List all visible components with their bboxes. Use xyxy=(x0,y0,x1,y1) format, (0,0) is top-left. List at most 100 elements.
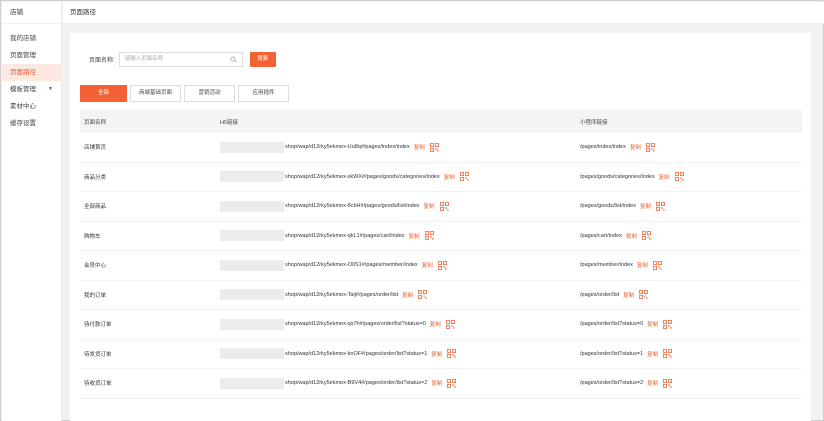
search-icon[interactable] xyxy=(230,55,237,63)
page-name-cell: 购物车 xyxy=(84,233,101,240)
redacted-domain xyxy=(220,377,284,389)
copy-miniprogram-link-button[interactable]: 复制 xyxy=(640,202,651,210)
caret-down-icon: ▼ xyxy=(48,86,53,92)
search-button[interactable]: 搜索 xyxy=(249,51,276,67)
sidebar-item-material-center[interactable]: 素材中心 xyxy=(2,98,61,115)
h5-link-cell: shop/wap/d12rky5ekmex-qkL1#/pages/cart/i… xyxy=(220,230,580,242)
column-header-name: 页面名称 xyxy=(84,119,107,126)
copy-h5-link-button[interactable]: 复制 xyxy=(431,379,442,387)
qr-code-icon[interactable] xyxy=(429,142,439,152)
page-title: 页面路径 xyxy=(70,9,96,16)
h5-link-cell: shop/wap/d12rky5ekmex-8cbH#/pages/goods/… xyxy=(220,200,580,212)
redacted-domain xyxy=(220,141,284,153)
page-name-cell: 待付款订单 xyxy=(84,322,112,329)
sidebar-item-my-shop[interactable]: 我的店铺 xyxy=(2,30,61,47)
qr-code-icon[interactable] xyxy=(447,378,457,388)
table-body: 店铺首页 shop/wap/d12rky5ekmex-Uu8q#/pages/in… xyxy=(80,133,802,399)
sidebar-item-template-management[interactable]: 模板管理 ▼ xyxy=(2,81,61,98)
miniprogram-link-text: /pages/cart/index xyxy=(580,232,622,239)
qr-code-icon[interactable] xyxy=(447,349,457,359)
copy-miniprogram-link-button[interactable]: 复制 xyxy=(637,261,648,269)
copy-h5-link-button[interactable]: 复制 xyxy=(431,350,442,358)
table-row: 店铺首页 shop/wap/d12rky5ekmex-Uu8q#/pages/in… xyxy=(80,133,802,163)
qr-code-icon[interactable] xyxy=(639,290,649,300)
page-name-cell: 商品分类 xyxy=(84,174,107,181)
qr-code-icon[interactable] xyxy=(645,142,655,152)
h5-link-text: shop/wap/d12rky5ekmex-qkL1#/pages/cart/i… xyxy=(285,232,405,239)
qr-code-icon[interactable] xyxy=(437,260,447,270)
qr-code-icon[interactable] xyxy=(641,231,651,241)
search-input[interactable] xyxy=(119,52,225,66)
miniprogram-link-text: /pages/goods/categories/index xyxy=(580,173,655,180)
h5-link-text: shop/wap/d12rky5ekmex-knOF#/pages/order/… xyxy=(285,350,428,357)
miniprogram-link-text: /pages/goods/list/index xyxy=(580,203,636,210)
tab-marketing[interactable]: 营销活动 xyxy=(184,85,235,102)
miniprogram-link-text: /pages/order/list?status=0 xyxy=(580,321,644,328)
copy-h5-link-button[interactable]: 复制 xyxy=(402,291,413,299)
copy-h5-link-button[interactable]: 复制 xyxy=(422,261,433,269)
redacted-domain xyxy=(220,348,284,360)
h5-link-text: shop/wap/d12rky5ekmex-Uu8q#/pages/index/… xyxy=(285,144,410,151)
qr-code-icon[interactable] xyxy=(663,349,673,359)
tab-bar: 全部 商城基础页面 营销活动 应用插件 xyxy=(80,85,292,102)
table-row: 全部商品 shop/wap/d12rky5ekmex-8cbH#/pages/go… xyxy=(80,192,802,222)
table-row: 我的订单 shop/wap/d12rky5ekmex-Taij#/pages/or… xyxy=(80,281,802,310)
miniprogram-link-cell: /pages/goods/list/index 复制 xyxy=(580,201,802,211)
qr-code-icon[interactable] xyxy=(652,260,662,270)
h5-link-text: shop/wap/d12rky5ekmex-O0S1#/pages/member… xyxy=(285,262,418,269)
h5-link-cell: shop/wap/d12rky5ekmex-qs7h#/pages/order/… xyxy=(220,318,580,330)
miniprogram-link-cell: /pages/member/index 复制 xyxy=(580,260,802,270)
qr-code-icon[interactable] xyxy=(418,290,428,300)
search-row: 页面名称: 搜索 xyxy=(89,51,276,67)
redacted-domain xyxy=(220,230,284,242)
sidebar: 店铺 我的店铺 页面管理 页面路径 模板管理 ▼ 素材中心 缓存设置 xyxy=(2,2,62,421)
copy-h5-link-button[interactable]: 复制 xyxy=(414,143,425,151)
sidebar-item-page-path[interactable]: 页面路径 xyxy=(2,64,61,81)
tab-all[interactable]: 全部 xyxy=(80,85,127,102)
qr-code-icon[interactable] xyxy=(445,319,455,329)
content-card: 页面名称: 搜索 全部 商城基础页面 营销活动 应用插件 页面名称 H5链接 小… xyxy=(70,33,811,421)
copy-miniprogram-link-button[interactable]: 复制 xyxy=(647,320,658,328)
qr-code-icon[interactable] xyxy=(674,172,684,182)
h5-link-text: shop/wap/d12rky5ekmex-Taij#/pages/order/… xyxy=(285,291,399,298)
h5-link-text: shop/wap/d12rky5ekmex-8cbH#/pages/goods/… xyxy=(285,203,420,210)
redacted-domain xyxy=(220,318,284,330)
miniprogram-link-cell: /pages/goods/categories/index 复制 xyxy=(580,172,802,182)
miniprogram-link-cell: /pages/cart/index 复制 xyxy=(580,231,802,241)
copy-h5-link-button[interactable]: 复制 xyxy=(430,320,441,328)
qr-code-icon[interactable] xyxy=(459,172,469,182)
qr-code-icon[interactable] xyxy=(663,319,673,329)
sidebar-item-label: 模板管理 xyxy=(10,86,36,93)
column-header-h5: H5链接 xyxy=(220,119,239,126)
copy-miniprogram-link-button[interactable]: 复制 xyxy=(647,379,658,387)
h5-link-cell: shop/wap/d12rky5ekmex-Taij#/pages/order/… xyxy=(220,289,580,301)
copy-miniprogram-link-button[interactable]: 复制 xyxy=(626,232,637,240)
tab-plugins[interactable]: 应用插件 xyxy=(238,85,289,102)
miniprogram-link-cell: /pages/order/list?status=0 复制 xyxy=(580,319,802,329)
copy-miniprogram-link-button[interactable]: 复制 xyxy=(630,143,641,151)
table-header: 页面名称 H5链接 小程序链接 xyxy=(80,110,802,133)
h5-link-text: shop/wap/d12rky5ekmex-qs7h#/pages/order/… xyxy=(285,321,426,328)
topbar: 页面路径 xyxy=(63,2,824,24)
copy-h5-link-button[interactable]: 复制 xyxy=(424,202,435,210)
tab-basic-pages[interactable]: 商城基础页面 xyxy=(130,85,181,102)
redacted-domain xyxy=(220,259,284,271)
page-name-cell: 待发货订单 xyxy=(84,351,112,358)
page-name-cell: 店铺首页 xyxy=(84,145,107,152)
copy-h5-link-button[interactable]: 复制 xyxy=(444,173,455,181)
copy-miniprogram-link-button[interactable]: 复制 xyxy=(659,173,670,181)
page-name-cell: 会员中心 xyxy=(84,263,107,270)
qr-code-icon[interactable] xyxy=(656,201,665,211)
copy-miniprogram-link-button[interactable]: 复制 xyxy=(647,350,658,358)
qr-code-icon[interactable] xyxy=(663,378,673,388)
qr-code-icon[interactable] xyxy=(424,231,434,241)
sidebar-item-page-management[interactable]: 页面管理 xyxy=(2,47,61,64)
copy-h5-link-button[interactable]: 复制 xyxy=(409,232,420,240)
qr-code-icon[interactable] xyxy=(439,201,449,211)
table-row: 购物车 shop/wap/d12rky5ekmex-qkL1#/pages/car… xyxy=(80,222,802,251)
h5-link-cell: shop/wap/d12rky5ekmex-knOF#/pages/order/… xyxy=(220,348,580,360)
copy-miniprogram-link-button[interactable]: 复制 xyxy=(623,291,634,299)
miniprogram-link-cell: /pages/order/list?status=1 复制 xyxy=(580,349,802,359)
sidebar-item-cache-settings[interactable]: 缓存设置 xyxy=(2,115,61,132)
h5-link-cell: shop/wap/d12rky5ekmex-O0S1#/pages/member… xyxy=(220,259,580,271)
